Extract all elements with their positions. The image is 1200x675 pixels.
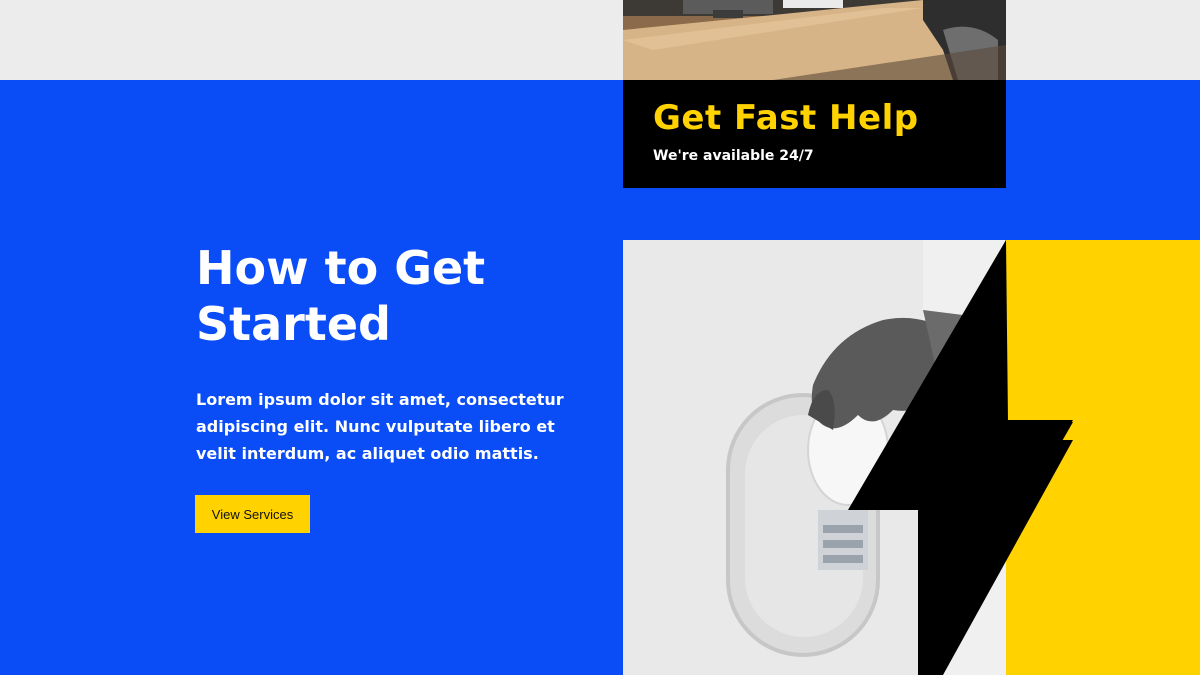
page-title-line-1: How to Get (196, 241, 486, 295)
view-services-button[interactable]: View Services (195, 495, 310, 533)
top-band (0, 0, 1200, 80)
intro-paragraph: Lorem ipsum dolor sit amet, consectetur … (196, 390, 564, 463)
page-title-line-2: Started (196, 297, 391, 351)
page: Get Fast Help We're available 24/7 How t… (0, 0, 1200, 675)
desk-photo-image (623, 0, 1006, 80)
help-card: Get Fast Help We're available 24/7 (623, 80, 1006, 188)
page-title: How to Get Started (196, 240, 596, 352)
desk-photo (623, 0, 1006, 80)
help-card-title: Get Fast Help (653, 98, 919, 138)
light-bulb-photo (623, 240, 1200, 675)
lightning-bolt-graphic (623, 240, 1200, 675)
help-card-subtitle: We're available 24/7 (653, 148, 814, 164)
